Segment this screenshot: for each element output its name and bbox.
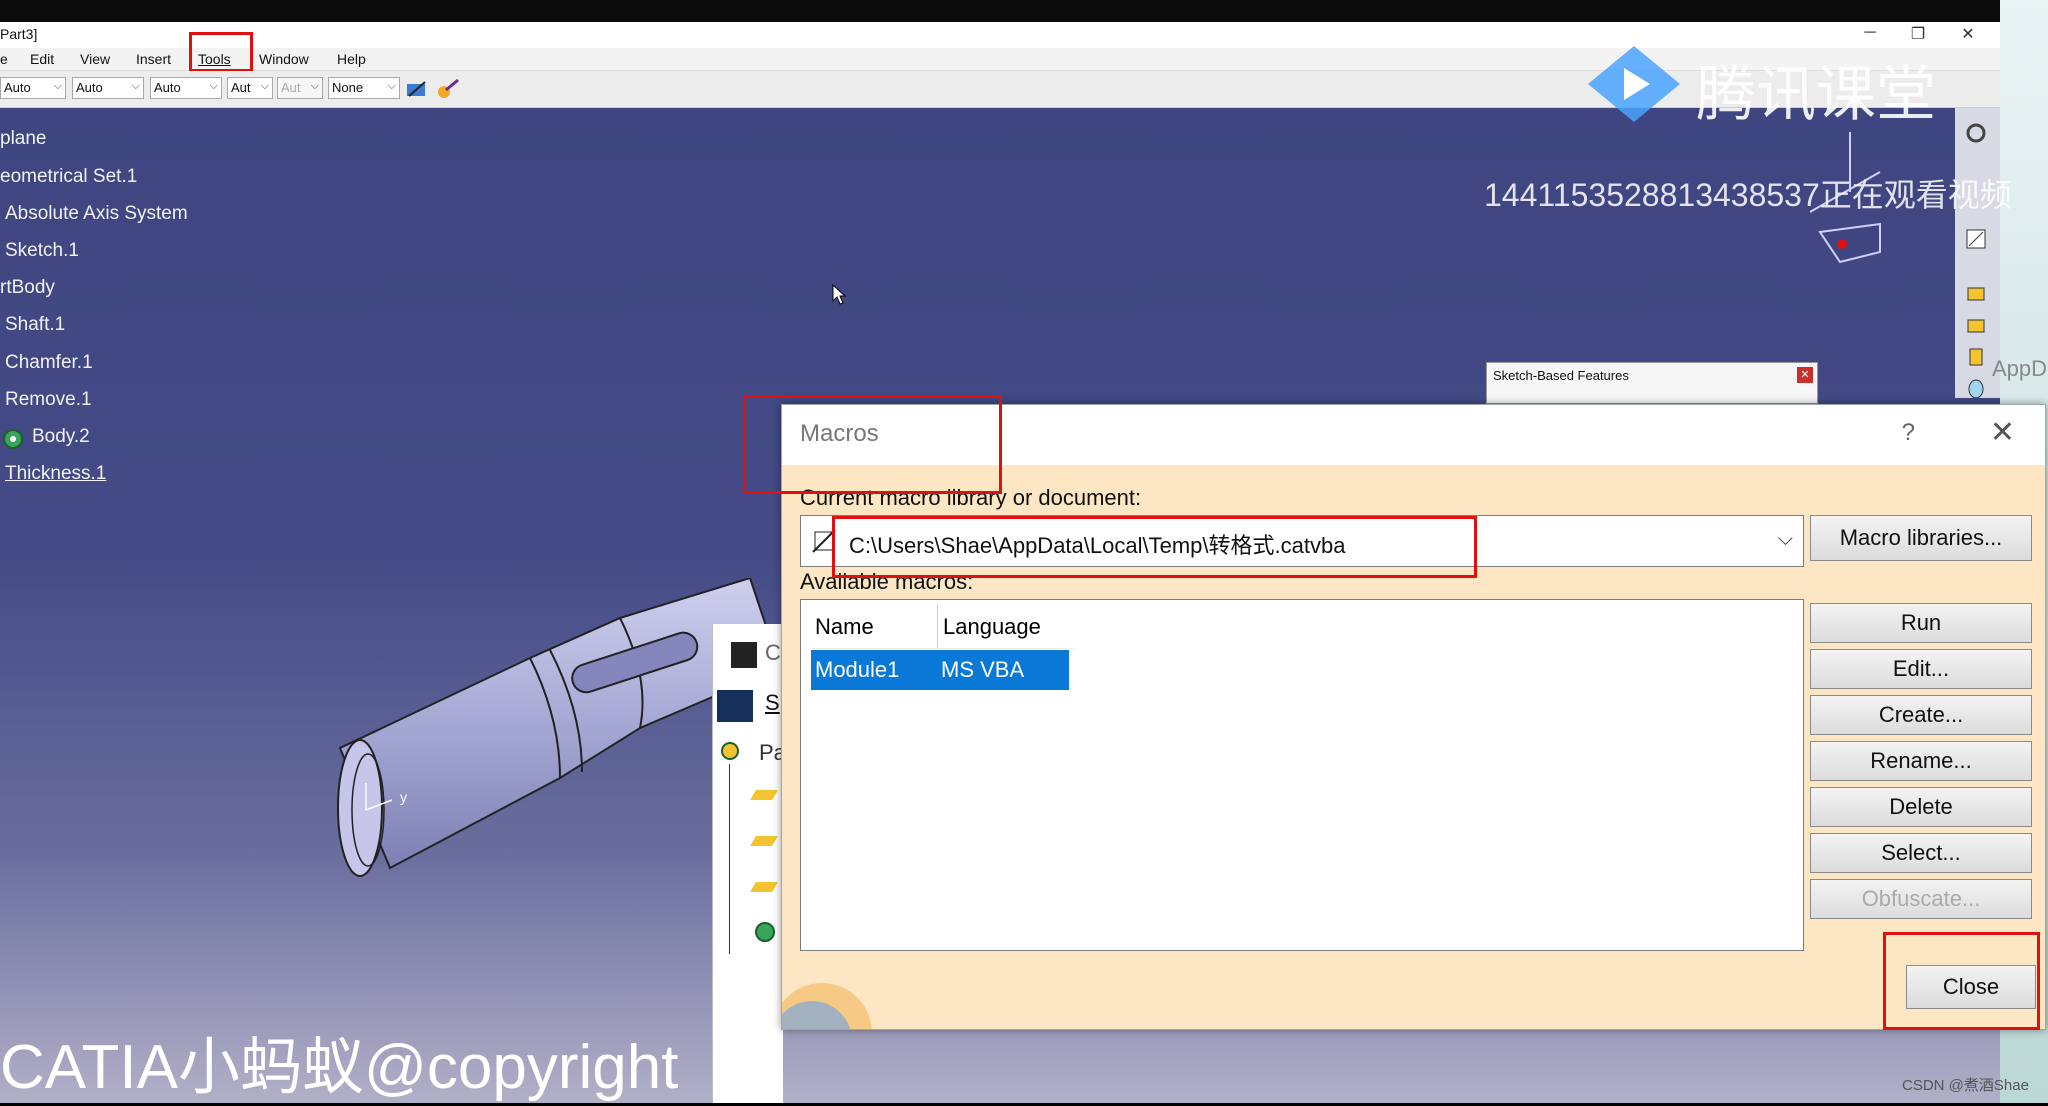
select-button[interactable]: Select... <box>1810 833 2032 873</box>
paint-icon[interactable] <box>405 78 429 105</box>
pocket-icon[interactable] <box>1965 314 1987 341</box>
sketch-icon[interactable] <box>1965 228 1987 255</box>
create-button[interactable]: Create... <box>1810 695 2032 735</box>
plane-icon <box>750 882 778 892</box>
tree-item[interactable]: rtBody <box>0 277 55 299</box>
macro-language-cell: MS VBA <box>941 657 1025 682</box>
run-button[interactable]: Run <box>1810 603 2032 643</box>
column-header-name[interactable]: Name <box>811 604 938 649</box>
plane-icon <box>750 790 778 800</box>
combo-5[interactable]: Aut ⌵ <box>277 77 323 99</box>
title-bar: Part3] ─ ❐ ✕ <box>0 22 2000 48</box>
tree-line <box>729 764 730 954</box>
menu-help[interactable]: Help <box>337 51 366 67</box>
top-black-bar <box>0 0 2000 22</box>
minimize-button[interactable]: ─ <box>1858 24 1882 42</box>
app-icon <box>731 642 757 668</box>
obfuscate-button[interactable]: Obfuscate... <box>1810 879 2032 919</box>
combo-6[interactable]: None ⌵ <box>328 77 400 99</box>
tencent-watermark: 腾讯课堂 <box>1696 61 1936 128</box>
column-header-language[interactable]: Language <box>937 604 1075 649</box>
viewer-watermark: 1441153528813438537正在观看视频 <box>1484 177 2012 213</box>
sketch-toolbar-title: Sketch-Based Features <box>1493 368 1629 383</box>
tencent-logo-icon <box>1586 44 1682 129</box>
csdn-watermark: CSDN @煮酒Shae <box>1902 1077 2029 1094</box>
rename-button[interactable]: Rename... <box>1810 741 2032 781</box>
tree-item[interactable]: Absolute Axis System <box>5 203 188 225</box>
menu-insert[interactable]: Insert <box>136 51 171 67</box>
delete-button[interactable]: Delete <box>1810 787 2032 827</box>
combo-2[interactable]: Auto ⌵ <box>72 77 144 99</box>
tree-item[interactable]: Sketch.1 <box>5 240 79 262</box>
tree-item[interactable]: Remove.1 <box>5 389 92 411</box>
sketch-toolbar-close-icon[interactable]: ✕ <box>1797 367 1813 383</box>
macro-libraries-button[interactable]: Macro libraries... <box>1810 515 2032 561</box>
macros-dialog: Macros ? ✕ Current macro library or docu… <box>781 404 2046 1030</box>
appd-label: AppD <box>1992 356 2048 381</box>
tree-item[interactable]: plane <box>0 128 47 150</box>
maximize-button[interactable]: ❐ <box>1906 24 1930 44</box>
menu-window[interactable]: Window <box>259 51 309 67</box>
menu-file[interactable]: e <box>0 51 8 67</box>
combo-4[interactable]: Aut ⌵ <box>227 77 273 99</box>
pad-icon[interactable] <box>1965 282 1987 309</box>
bg-item: S <box>765 690 780 715</box>
tree-item[interactable]: Thickness.1 <box>5 463 106 485</box>
edit-button[interactable]: Edit... <box>1810 649 2032 689</box>
help-icon[interactable]: ? <box>1902 419 1915 447</box>
app-icon <box>717 690 753 722</box>
shaft-icon[interactable] <box>1965 346 1987 373</box>
combo-3[interactable]: Auto ⌵ <box>150 77 222 99</box>
tools-annotation-box <box>189 32 253 72</box>
axis-y-label: y <box>400 789 407 805</box>
background-tree-window: C S Pa <box>712 624 786 1103</box>
mouse-cursor-icon <box>832 283 848 311</box>
macro-name-cell: Module1 <box>815 657 900 682</box>
gear-icon[interactable] <box>1965 122 1987 149</box>
menu-view[interactable]: View <box>80 51 110 67</box>
table-row[interactable]: Module1 MS VBA <box>811 650 1069 690</box>
plane-icon <box>750 836 778 846</box>
window-title: Part3] <box>0 26 38 42</box>
right-toolbar <box>1955 108 2000 399</box>
menu-edit[interactable]: Edit <box>30 51 54 67</box>
tree-item[interactable]: Chamfer.1 <box>5 352 93 374</box>
brush-icon[interactable] <box>436 78 460 105</box>
gear-icon <box>753 920 777 949</box>
catia-copyright-watermark: CATIA小蚂蚁@copyright <box>0 1033 679 1102</box>
close-window-button[interactable]: ✕ <box>1956 24 1980 44</box>
bg-item: C <box>765 640 781 665</box>
tree-item[interactable]: Shaft.1 <box>5 314 65 336</box>
combo-1[interactable]: Auto ⌵ <box>0 77 66 99</box>
path-annotation-box <box>832 516 1477 578</box>
tree-item[interactable]: Body.2 <box>32 426 90 448</box>
macros-list[interactable]: Name Language Module1 MS VBA <box>800 599 1804 951</box>
body-gear-icon <box>0 426 28 457</box>
title-annotation-box <box>743 395 1002 494</box>
close-annotation-box <box>1883 932 2040 1030</box>
sketch-based-features-toolbar[interactable]: Sketch-Based Features ✕ <box>1486 362 1818 404</box>
gear-icon <box>719 740 741 767</box>
tree-item[interactable]: eometrical Set.1 <box>0 166 137 188</box>
globe-decoration-icon <box>782 983 872 1029</box>
chevron-down-icon[interactable]: ⌵ <box>1778 528 1793 551</box>
dialog-close-icon[interactable]: ✕ <box>1990 415 2015 450</box>
groove-icon[interactable] <box>1965 378 1987 405</box>
